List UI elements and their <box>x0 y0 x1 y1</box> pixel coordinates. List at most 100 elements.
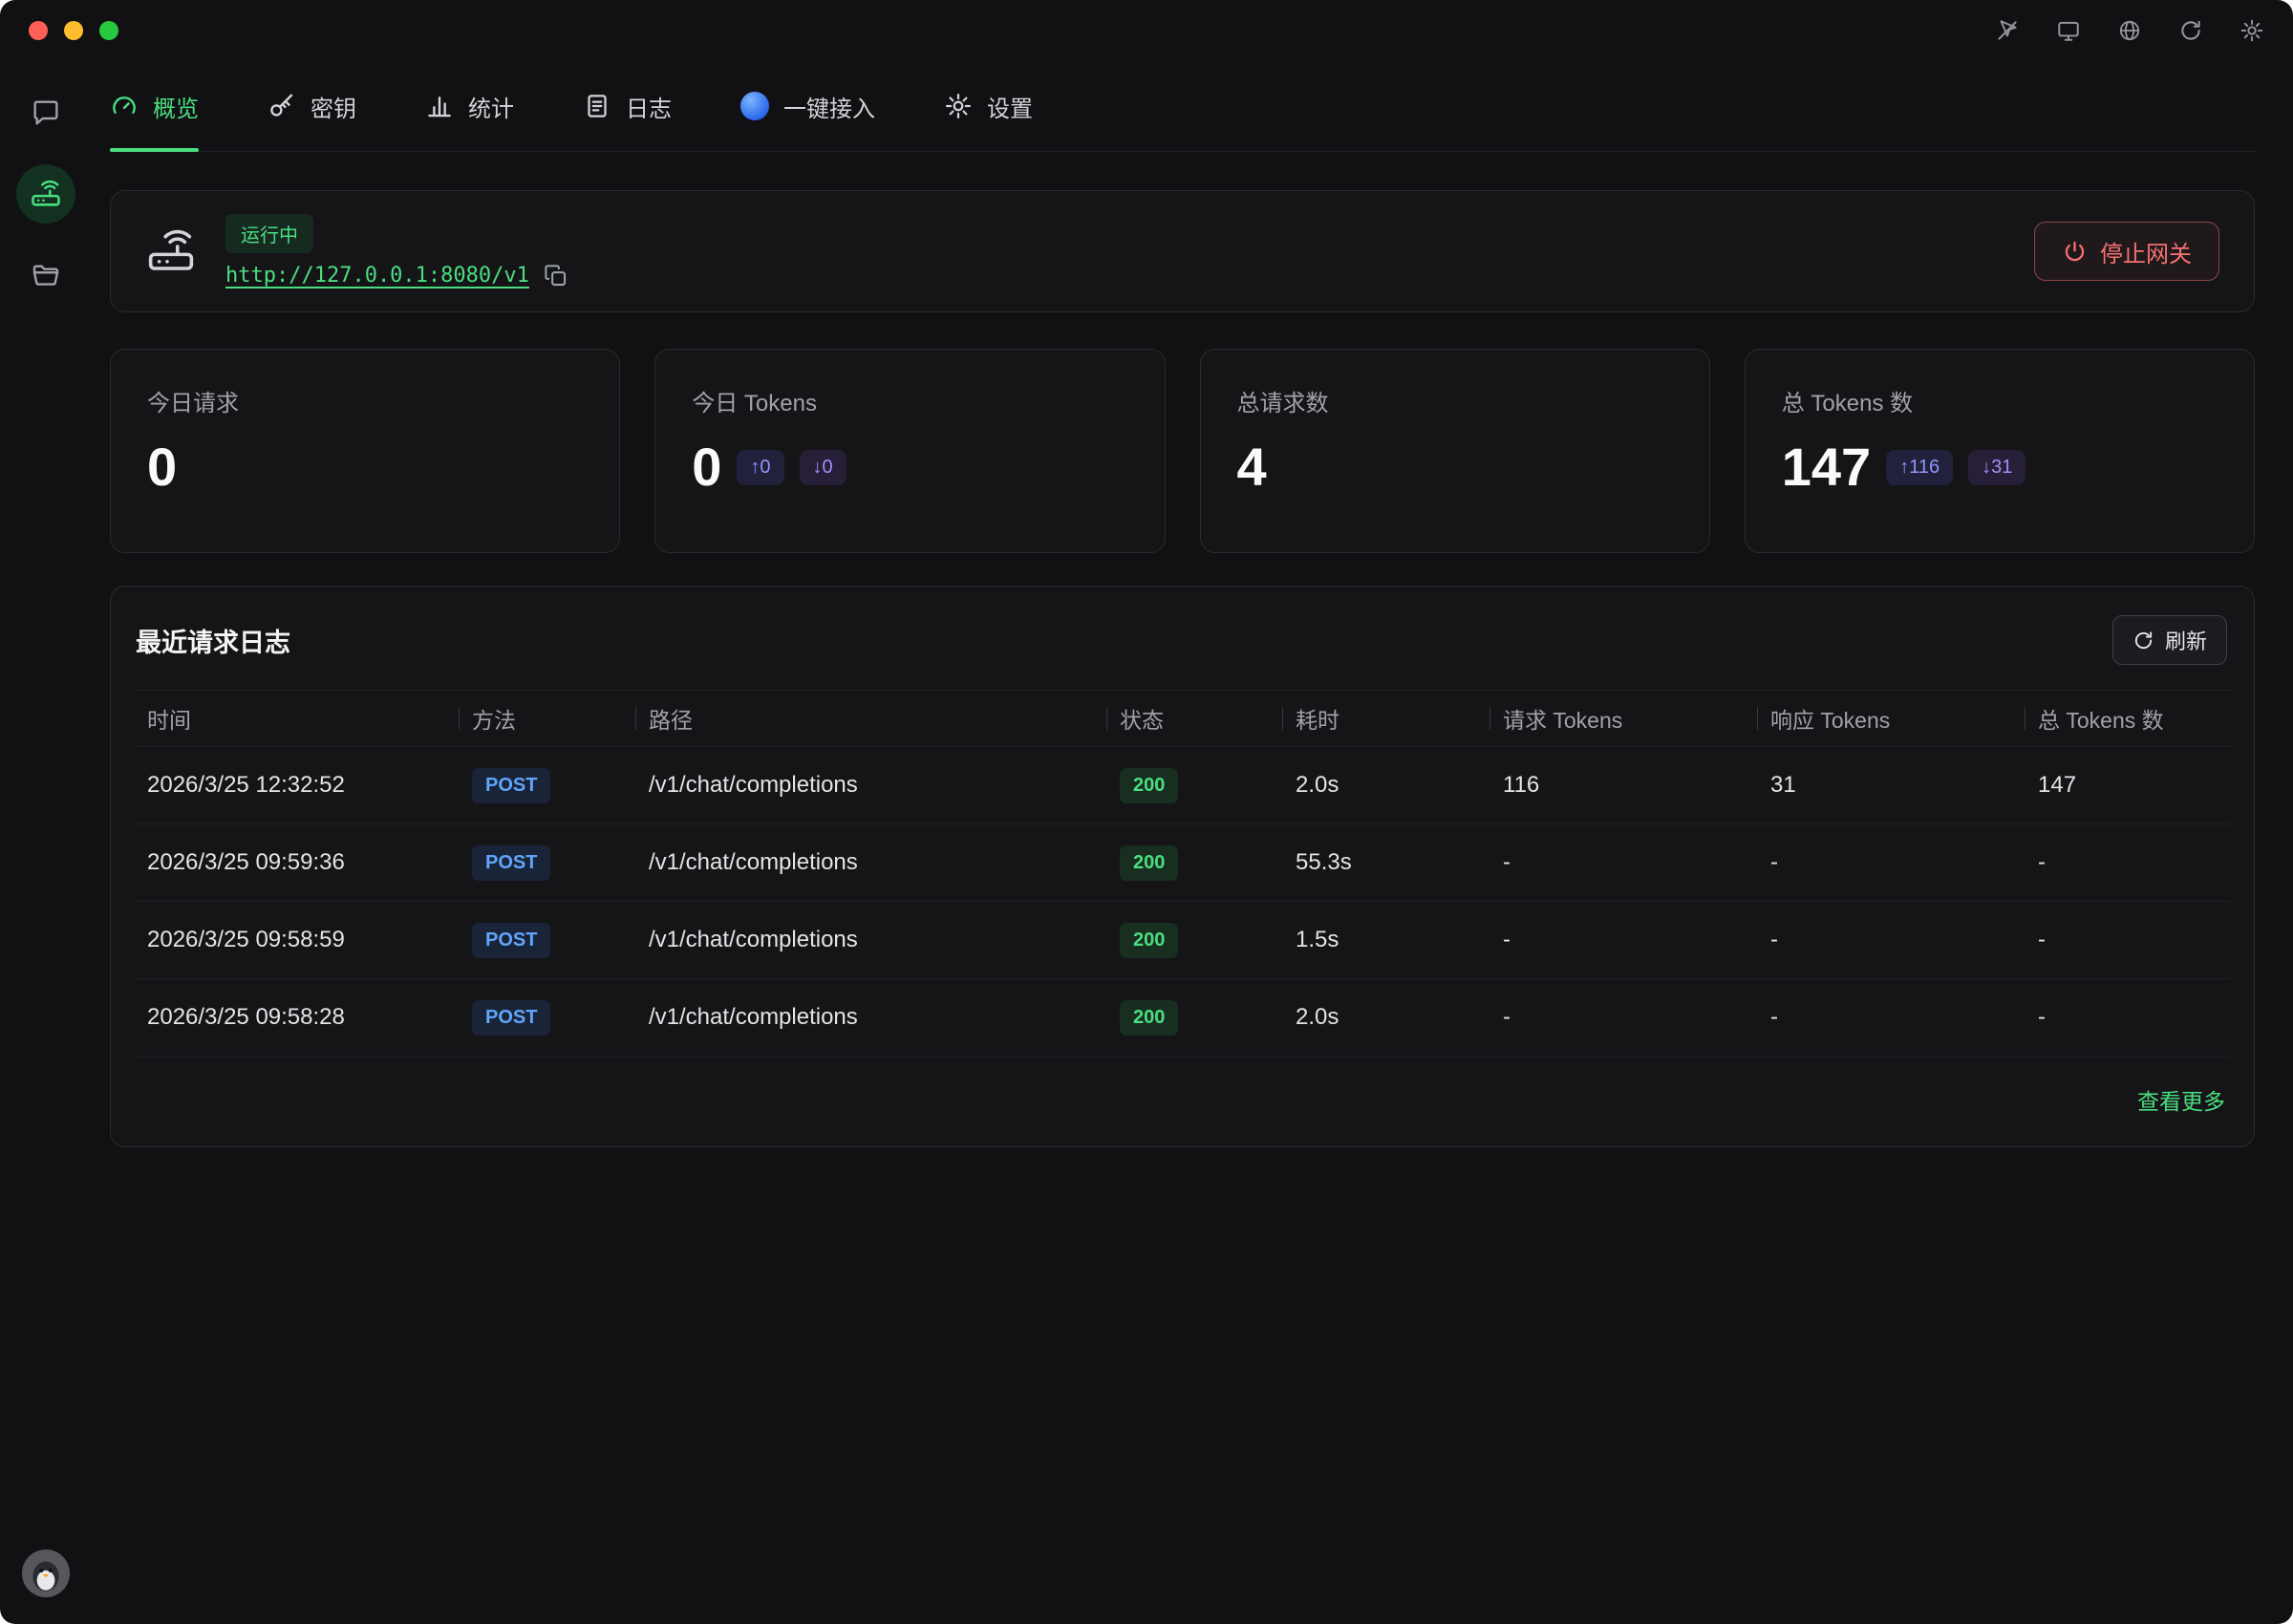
log-table: 时间 方法 路径 状态 耗时 请求 Tokens 响应 Tokens 总 Tok… <box>134 690 2231 1057</box>
app-body: 概览 密钥 统计 日志 <box>0 61 2293 1624</box>
sidebar-items <box>16 86 75 302</box>
sidebar-item-gateway[interactable] <box>16 164 75 224</box>
gateway-status-left: 运行中 http://127.0.0.1:8080/v1 <box>145 214 568 288</box>
log-total-tokens: - <box>2025 1004 2231 1031</box>
table-row[interactable]: 2026/3/25 12:32:52 POST /v1/chat/complet… <box>134 747 2231 824</box>
refresh-label: 刷新 <box>2165 625 2207 655</box>
stat-value-row: 4 <box>1237 440 1673 494</box>
user-avatar[interactable] <box>22 1549 70 1597</box>
refresh-button[interactable]: 刷新 <box>2112 615 2227 665</box>
tab-overview[interactable]: 概览 <box>110 61 199 151</box>
table-row[interactable]: 2026/3/25 09:58:59 POST /v1/chat/complet… <box>134 902 2231 979</box>
stat-value-row: 0 <box>147 440 583 494</box>
chat-icon <box>31 97 61 128</box>
stat-label: 今日请求 <box>147 384 583 417</box>
log-request-tokens: - <box>1489 849 1757 876</box>
stat-label: 今日 Tokens <box>692 384 1127 417</box>
stat-value: 4 <box>1237 440 1267 494</box>
gateway-status-card: 运行中 http://127.0.0.1:8080/v1 停止网关 <box>110 190 2255 312</box>
tab-label: 统计 <box>468 90 514 123</box>
column-header: 耗时 <box>1282 702 1489 735</box>
stat-card-total-tokens: 总 Tokens 数 147 ↑116↓31 <box>1745 349 2255 553</box>
log-request-tokens: - <box>1489 1004 1757 1031</box>
recent-logs-card: 最近请求日志 刷新 时间 方法 路径 状态 耗时 <box>110 586 2255 1147</box>
log-request-tokens: 116 <box>1489 772 1757 799</box>
column-header: 时间 <box>134 702 459 735</box>
stat-value-row: 0 ↑0 ↓0 <box>692 440 1127 494</box>
refresh-icon <box>2132 630 2154 652</box>
view-more-link[interactable]: 查看更多 <box>2137 1083 2225 1116</box>
column-header: 路径 <box>635 702 1106 735</box>
connect-icon <box>740 92 769 120</box>
tab-label: 日志 <box>626 90 672 123</box>
log-duration: 2.0s <box>1282 1004 1489 1031</box>
table-row[interactable]: 2026/3/25 09:59:36 POST /v1/chat/complet… <box>134 824 2231 902</box>
tab-label: 密钥 <box>311 90 356 123</box>
stat-value: 0 <box>692 440 721 494</box>
log-duration: 55.3s <box>1282 849 1489 876</box>
status-code-badge: 200 <box>1120 1000 1178 1036</box>
tab-logs[interactable]: 日志 <box>583 61 672 151</box>
tab-quick-connect[interactable]: 一键接入 <box>740 61 875 151</box>
status-code-badge: 200 <box>1120 845 1178 881</box>
tab-stats[interactable]: 统计 <box>425 61 514 151</box>
display-icon[interactable] <box>2056 18 2081 43</box>
gateway-url-link[interactable]: http://127.0.0.1:8080/v1 <box>225 264 529 288</box>
method-badge: POST <box>472 923 550 958</box>
gateway-info: 运行中 http://127.0.0.1:8080/v1 <box>225 214 568 288</box>
gateway-icon <box>30 178 62 210</box>
stat-value: 0 <box>147 440 177 494</box>
log-table-body: 2026/3/25 12:32:52 POST /v1/chat/complet… <box>134 747 2231 1057</box>
log-table-header: 时间 方法 路径 状态 耗时 请求 Tokens 响应 Tokens 总 Tok… <box>134 690 2231 747</box>
token-up-badge: ↑0 <box>737 450 783 485</box>
settings-icon[interactable] <box>2239 18 2264 43</box>
stat-label: 总 Tokens 数 <box>1782 384 2218 417</box>
token-down-badge: ↓31 <box>1968 450 2025 485</box>
token-down-badge: ↓0 <box>800 450 846 485</box>
stop-gateway-button[interactable]: 停止网关 <box>2034 222 2219 281</box>
log-time: 2026/3/25 09:59:36 <box>134 849 459 876</box>
minimize-button[interactable] <box>64 21 83 40</box>
column-header: 方法 <box>459 702 635 735</box>
stats-row: 今日请求 0 今日 Tokens 0 ↑0↓0 总请求数 4 <box>110 349 2255 553</box>
globe-icon[interactable] <box>2117 18 2142 43</box>
router-icon <box>145 225 197 277</box>
table-row[interactable]: 2026/3/25 09:58:28 POST /v1/chat/complet… <box>134 979 2231 1057</box>
tab-settings[interactable]: 设置 <box>944 61 1033 151</box>
zoom-button[interactable] <box>99 21 118 40</box>
method-badge: POST <box>472 845 550 881</box>
log-response-tokens: - <box>1757 1004 2025 1031</box>
copy-icon[interactable] <box>543 263 568 288</box>
sidebar-item-files[interactable] <box>19 248 73 302</box>
gauge-icon <box>110 92 139 120</box>
pointer-off-icon[interactable] <box>1995 18 2020 43</box>
log-time: 2026/3/25 09:58:28 <box>134 1004 459 1031</box>
log-path: /v1/chat/completions <box>635 927 1106 953</box>
refresh-icon[interactable] <box>2178 18 2203 43</box>
tab-label: 一键接入 <box>783 90 875 123</box>
method-badge: POST <box>472 1000 550 1036</box>
log-response-tokens: 31 <box>1757 772 2025 799</box>
logs-header: 最近请求日志 刷新 <box>111 615 2254 690</box>
tab-keys[interactable]: 密钥 <box>268 61 356 151</box>
stat-card-today-tokens: 今日 Tokens 0 ↑0 ↓0 <box>654 349 1165 553</box>
stat-value-row: 147 ↑116↓31 <box>1782 440 2218 494</box>
log-path: /v1/chat/completions <box>635 849 1106 876</box>
traffic-lights <box>29 21 118 40</box>
log-total-tokens: - <box>2025 849 2231 876</box>
column-header: 总 Tokens 数 <box>2025 702 2231 735</box>
sidebar-item-chat[interactable] <box>19 86 73 139</box>
logs-title: 最近请求日志 <box>136 622 290 659</box>
gear-icon <box>944 92 973 120</box>
log-icon <box>583 92 611 120</box>
status-badge: 运行中 <box>225 214 313 253</box>
main-content: 概览 密钥 统计 日志 <box>91 61 2293 1624</box>
close-button[interactable] <box>29 21 48 40</box>
log-path: /v1/chat/completions <box>635 772 1106 799</box>
log-path: /v1/chat/completions <box>635 1004 1106 1031</box>
log-time: 2026/3/25 09:58:59 <box>134 927 459 953</box>
log-time: 2026/3/25 12:32:52 <box>134 772 459 799</box>
sidebar <box>0 61 91 1624</box>
logs-footer: 查看更多 <box>111 1057 2254 1146</box>
tab-label: 概览 <box>153 90 199 123</box>
